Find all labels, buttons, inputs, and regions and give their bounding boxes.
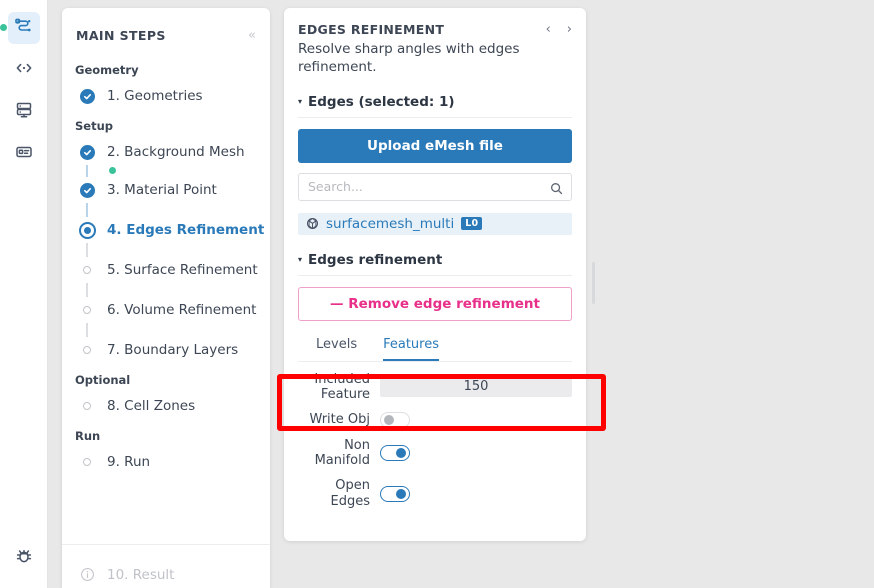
step-status-todo-icon: [75, 346, 99, 354]
code-icon: [14, 58, 34, 82]
sidebar-item-label: 1. Geometries: [107, 88, 203, 104]
sidebar-item-background-mesh[interactable]: 2. Background Mesh: [62, 139, 270, 165]
step-status-done-icon: [75, 144, 99, 160]
main-steps-list: Geometry 1. Geometries Setup 2. Backgrou…: [62, 49, 270, 544]
sidebar-item-label: 10. Result: [107, 566, 175, 583]
card-icon: [14, 142, 34, 166]
bug-icon: [14, 546, 34, 570]
step-group-label-setup: Setup: [75, 119, 113, 133]
search-icon[interactable]: [550, 180, 563, 199]
step-status-todo-icon: [75, 306, 99, 314]
previous-step-icon[interactable]: ‹: [546, 23, 551, 36]
sidebar-item-edges-refinement[interactable]: 4. Edges Refinement: [62, 217, 270, 243]
open-edges-toggle[interactable]: [380, 485, 410, 502]
step-connector-line: [75, 243, 99, 257]
refinement-tabs: Levels Features: [298, 337, 572, 362]
sidebar-item-volume-refinement[interactable]: 6. Volume Refinement: [62, 297, 270, 323]
status-badge: L0: [461, 217, 483, 231]
rail-item-server[interactable]: [8, 96, 40, 128]
field-non-manifold: Non Manifold: [298, 438, 572, 468]
step-status-todo-icon: [75, 402, 99, 410]
field-open-edges: Open Edges: [298, 478, 572, 509]
section-header-edges[interactable]: ▾ Edges (selected: 1): [298, 94, 572, 118]
step-status-todo-icon: [75, 458, 99, 466]
search-field-wrapper: [298, 172, 572, 201]
section-title: Edges refinement: [308, 251, 443, 268]
section-title: Edges (selected: 1): [308, 93, 455, 110]
included-feature-value[interactable]: 150: [380, 376, 572, 397]
rail-item-workflow[interactable]: [0, 12, 40, 44]
status-dot-green: [0, 24, 7, 31]
sidebar-item-material-point[interactable]: 3. Material Point: [62, 177, 270, 203]
sidebar-item-result[interactable]: 10. Result: [62, 544, 270, 588]
sidebar-item-label: 8. Cell Zones: [107, 398, 196, 414]
non-manifold-toggle[interactable]: [380, 445, 410, 462]
step-connector-line: [75, 283, 99, 297]
sidebar-item-geometries[interactable]: 1. Geometries: [62, 83, 270, 109]
sidebar-item-label: 2. Background Mesh: [107, 144, 245, 160]
step-connector-line: [75, 203, 99, 217]
list-item[interactable]: surfacemesh_multi L0: [298, 212, 572, 235]
collapse-sidebar-icon[interactable]: «: [248, 29, 256, 42]
sidebar-item-boundary-layers[interactable]: 7. Boundary Layers: [62, 337, 270, 363]
sidebar-item-cell-zones[interactable]: 8. Cell Zones: [62, 393, 270, 419]
properties-header: EDGES REFINEMENT ‹ ›: [298, 22, 572, 37]
server-icon: [14, 100, 34, 124]
step-group-label-geometry: Geometry: [75, 63, 139, 77]
rail-bottom-group: [8, 542, 40, 588]
step-status-todo-icon: [75, 266, 99, 274]
sidebar-item-surface-refinement[interactable]: 5. Surface Refinement: [62, 257, 270, 283]
rail-item-code[interactable]: [8, 54, 40, 86]
sidebar-item-label: 4. Edges Refinement: [107, 222, 265, 238]
next-step-icon[interactable]: ›: [567, 23, 572, 36]
field-label: Write Obj: [309, 412, 370, 428]
field-label: Included Feature: [314, 371, 370, 402]
sidebar-item-label: 3. Material Point: [107, 182, 217, 198]
field-write-obj: Write Obj: [298, 412, 572, 429]
step-navigation: ‹ ›: [546, 22, 572, 36]
list-item-label: surfacemesh_multi: [326, 215, 455, 232]
workflow-icon: [14, 16, 34, 40]
properties-panel-scrollbar[interactable]: [592, 262, 595, 304]
chevron-down-icon: ▾: [298, 254, 303, 264]
properties-title: EDGES REFINEMENT: [298, 22, 445, 37]
field-included-feature: Included Feature 150: [298, 372, 572, 402]
sidebar-item-label: 9. Run: [107, 454, 151, 470]
page-title: MAIN STEPS: [76, 28, 166, 43]
step-status-current-icon: [75, 221, 99, 239]
mesh-icon: [306, 217, 319, 230]
app-root: MAIN STEPS « Geometry 1. Geometries Setu…: [0, 0, 874, 588]
tab-features[interactable]: Features: [383, 337, 439, 361]
left-icon-rail: [0, 0, 48, 588]
section-header-edges-refinement[interactable]: ▾ Edges refinement: [298, 252, 572, 276]
step-status-done-icon: [75, 88, 99, 104]
sidebar-item-run[interactable]: 9. Run: [62, 449, 270, 475]
search-input[interactable]: [299, 173, 571, 200]
main-steps-panel: MAIN STEPS « Geometry 1. Geometries Setu…: [62, 8, 270, 588]
rail-item-card[interactable]: [8, 138, 40, 170]
rail-item-debug[interactable]: [8, 542, 40, 574]
step-status-done-icon: [75, 182, 99, 198]
field-label: Non Manifold: [314, 438, 370, 469]
substep-status-dot: [109, 167, 116, 174]
info-icon: [75, 567, 99, 582]
sidebar-item-label: 7. Boundary Layers: [107, 342, 239, 358]
sidebar-item-label: 6. Volume Refinement: [107, 302, 257, 318]
step-substatus-row: [62, 165, 270, 177]
write-obj-toggle[interactable]: [380, 412, 410, 429]
properties-description: Resolve sharp angles with edges refineme…: [298, 41, 520, 75]
remove-edge-refinement-button[interactable]: — Remove edge refinement: [298, 286, 572, 321]
step-connector-line: [75, 323, 99, 337]
main-steps-header: MAIN STEPS «: [62, 8, 270, 49]
step-group-label-run: Run: [75, 429, 101, 443]
step-group-label-optional: Optional: [75, 373, 131, 387]
chevron-down-icon: ▾: [298, 96, 303, 106]
upload-emesh-file-button[interactable]: Upload eMesh file: [298, 128, 572, 163]
sidebar-item-label: 5. Surface Refinement: [107, 262, 258, 278]
step-connector-line: [75, 165, 99, 177]
properties-panel: EDGES REFINEMENT ‹ › Resolve sharp angle…: [284, 8, 586, 541]
rail-top-group: [0, 0, 40, 170]
tab-levels[interactable]: Levels: [316, 337, 357, 361]
field-label: Open Edges: [330, 478, 371, 509]
